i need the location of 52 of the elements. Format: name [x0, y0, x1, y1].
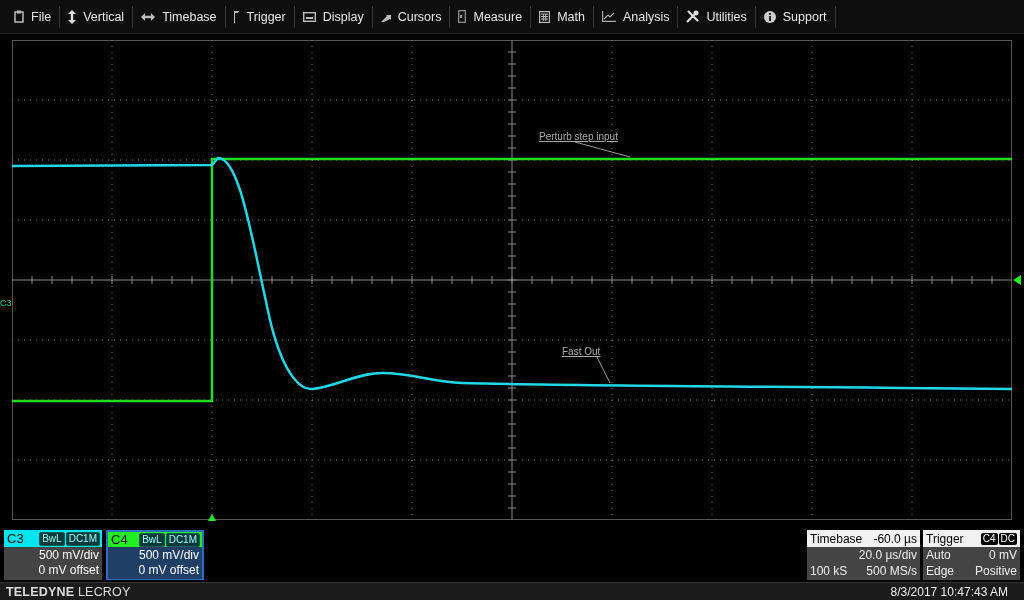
flag-icon	[233, 10, 240, 23]
channel-tag: BwL	[139, 532, 165, 547]
brand-logo: TELEDYNE LECROY	[6, 584, 131, 599]
trigger-tag: DC	[998, 532, 1017, 545]
trigger-slope: Positive	[973, 563, 1017, 579]
menu-item[interactable]: File	[6, 5, 61, 28]
channel-offset: 0 mV offset	[137, 563, 199, 578]
annotation-label: Fast Out	[562, 346, 601, 357]
menu-item[interactable]: Analysis	[593, 5, 679, 28]
channel-scale: 500 mV/div	[37, 548, 99, 563]
trigger-label: Trigger	[926, 531, 965, 546]
menu-item[interactable]: Utilities	[678, 5, 756, 28]
channel-name: C4	[111, 532, 129, 547]
menu-item[interactable]: Cursors	[372, 5, 451, 28]
up-down-arrow-icon	[68, 9, 77, 24]
channel-offset: 0 mV offset	[37, 563, 99, 578]
trigger-position-marker	[208, 514, 216, 521]
trigger-mode: Auto	[926, 548, 952, 564]
trigger-type: Edge	[926, 563, 955, 579]
menu-item[interactable]: Trigger	[225, 5, 295, 28]
menu-item[interactable]: Math	[531, 5, 594, 28]
tools-icon	[686, 10, 700, 23]
channel-name: C3	[7, 531, 25, 546]
menu-item[interactable]: Display	[294, 5, 373, 28]
date-time: 8/3/2017 10:47:43 AM	[890, 584, 1008, 599]
annotation-label: Perturb step input	[539, 131, 618, 142]
channel-scale: 500 mV/div	[137, 548, 199, 563]
channel-card[interactable]: C4 BwL DC1M 500 mV/div 0 mV offset	[106, 530, 204, 580]
screen-icon	[302, 11, 316, 22]
menu-item[interactable]: Timebase	[133, 5, 226, 28]
clipboard-icon	[14, 10, 24, 23]
channel-tag: DC1M	[65, 531, 100, 546]
leader-line	[574, 141, 631, 158]
calculator-icon	[539, 10, 551, 23]
menu-item[interactable]: Measure	[450, 5, 532, 28]
left-right-arrow-icon	[141, 12, 156, 21]
trigger-tag: C4	[980, 532, 998, 545]
menu-item[interactable]: Vertical	[60, 5, 134, 28]
timebase-label: Timebase	[810, 531, 863, 546]
channel-tag: BwL	[39, 531, 65, 546]
sample-rate: 500 MS/s	[865, 563, 917, 579]
page-icon	[458, 10, 467, 23]
leader-line	[596, 356, 611, 384]
timebase-scale: 20.0 µs/div	[857, 548, 917, 564]
timebase-delay: -60.0 µs	[873, 531, 917, 546]
trigger-level: 0 mV	[988, 548, 1017, 564]
channel-tag: DC1M	[165, 532, 200, 547]
line-chart-icon	[601, 11, 616, 22]
sample-count: 100 kS	[810, 563, 848, 579]
info-icon	[763, 10, 776, 23]
channel-marker: C3	[0, 298, 12, 308]
menu-item[interactable]: Support	[755, 5, 836, 28]
